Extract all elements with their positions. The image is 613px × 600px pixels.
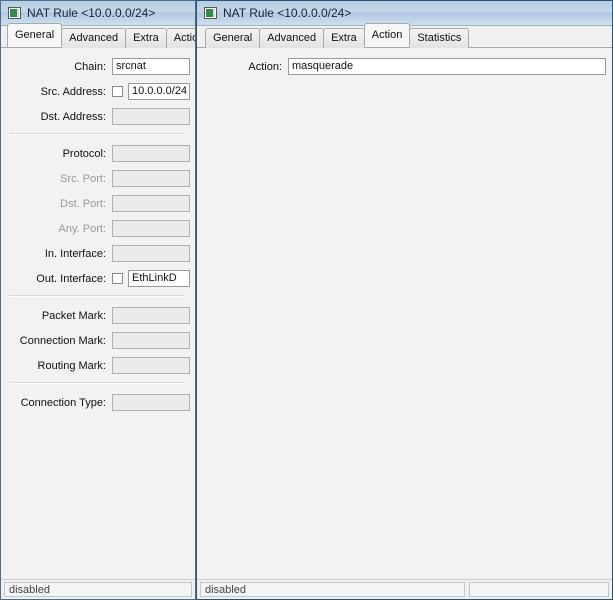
field-row-src-address: Src. Address: 10.0.0.0/24 <box>1 81 192 102</box>
input-dst-address[interactable] <box>112 108 190 125</box>
field-row-dst-port: Dst. Port: <box>1 193 192 214</box>
section-divider-2 <box>9 295 184 297</box>
tab-action[interactable]: Action <box>165 28 195 49</box>
label-chain: Chain: <box>74 60 106 73</box>
field-row-out-interface: Out. Interface: EthLinkD <box>1 268 192 289</box>
label-dst-address: Dst. Address: <box>40 110 106 123</box>
field-row-connection-mark: Connection Mark: <box>1 330 192 351</box>
field-row-protocol: Protocol: <box>1 143 192 164</box>
tab-advanced[interactable]: Advanced <box>259 28 325 49</box>
tab-action[interactable]: Action <box>363 23 411 47</box>
status-secondary-right <box>469 581 609 597</box>
input-in-interface[interactable] <box>112 245 190 262</box>
input-connection-type[interactable] <box>112 394 190 411</box>
input-any-port[interactable] <box>112 220 190 237</box>
field-row-src-port: Src. Port: <box>1 168 192 189</box>
label-dst-port: Dst. Port: <box>60 197 106 210</box>
status-text-left: disabled <box>4 581 192 597</box>
statusbar-right: disabled <box>197 579 612 599</box>
statusbar-left: disabled <box>1 579 195 599</box>
field-row-routing-mark: Routing Mark: <box>1 355 192 376</box>
general-tab-panel: Chain: srcnat Src. Address: 10.0.0.0/24 … <box>1 48 195 577</box>
status-text-right: disabled <box>200 581 465 597</box>
input-dst-port[interactable] <box>112 195 190 212</box>
label-src-port: Src. Port: <box>60 172 106 185</box>
label-protocol: Protocol: <box>62 147 106 160</box>
input-chain[interactable]: srcnat <box>112 58 190 75</box>
label-connection-type: Connection Type: <box>20 396 106 409</box>
label-action: Action: <box>248 60 282 73</box>
action-tab-panel: Action: masquerade <box>197 48 612 577</box>
input-protocol[interactable] <box>112 145 190 162</box>
nat-rule-window-left[interactable]: NAT Rule <10.0.0.0/24> General Advanced … <box>0 0 196 600</box>
input-packet-mark[interactable] <box>112 307 190 324</box>
tab-extra[interactable]: Extra <box>125 28 167 49</box>
window-title-right: NAT Rule <10.0.0.0/24> <box>223 6 352 20</box>
window-title-left: NAT Rule <10.0.0.0/24> <box>27 6 156 20</box>
label-routing-mark: Routing Mark: <box>37 359 106 372</box>
input-src-port[interactable] <box>112 170 190 187</box>
field-row-dst-address: Dst. Address: <box>1 106 192 127</box>
tab-advanced[interactable]: Advanced <box>61 28 127 49</box>
tabstrip-right: General Advanced Extra Action Statistics <box>197 23 612 49</box>
checkbox-src-address[interactable] <box>112 86 123 97</box>
field-row-connection-type: Connection Type: <box>1 392 192 413</box>
checkbox-out-interface[interactable] <box>112 273 123 284</box>
input-action[interactable]: masquerade <box>288 58 606 75</box>
label-packet-mark: Packet Mark: <box>41 309 106 322</box>
window-icon <box>8 7 21 19</box>
label-src-address: Src. Address: <box>40 85 106 98</box>
field-row-packet-mark: Packet Mark: <box>1 305 192 326</box>
window-icon <box>204 7 217 19</box>
desktop-background: NAT Rule <10.0.0.0/24> General Advanced … <box>0 0 613 600</box>
tab-general[interactable]: General <box>205 28 261 49</box>
nat-rule-window-right[interactable]: NAT Rule <10.0.0.0/24> General Advanced … <box>196 0 613 600</box>
label-any-port: Any. Port: <box>58 222 106 235</box>
label-in-interface: In. Interface: <box>44 247 106 260</box>
field-row-any-port: Any. Port: <box>1 218 192 239</box>
section-divider-1 <box>9 133 184 135</box>
field-row-action: Action: masquerade <box>197 56 606 77</box>
input-routing-mark[interactable] <box>112 357 190 374</box>
tabstrip-left: General Advanced Extra Action <box>1 23 195 49</box>
label-connection-mark: Connection Mark: <box>19 334 106 347</box>
tab-extra[interactable]: Extra <box>323 28 365 49</box>
field-row-chain: Chain: srcnat <box>1 56 192 77</box>
tab-statistics[interactable]: Statistics <box>409 28 470 49</box>
tab-general[interactable]: General <box>7 23 63 47</box>
input-src-address[interactable]: 10.0.0.0/24 <box>128 83 190 100</box>
label-out-interface: Out. Interface: <box>36 272 106 285</box>
input-connection-mark[interactable] <box>112 332 190 349</box>
input-out-interface[interactable]: EthLinkD <box>128 270 190 287</box>
section-divider-3 <box>9 382 184 384</box>
field-row-in-interface: In. Interface: <box>1 243 192 264</box>
